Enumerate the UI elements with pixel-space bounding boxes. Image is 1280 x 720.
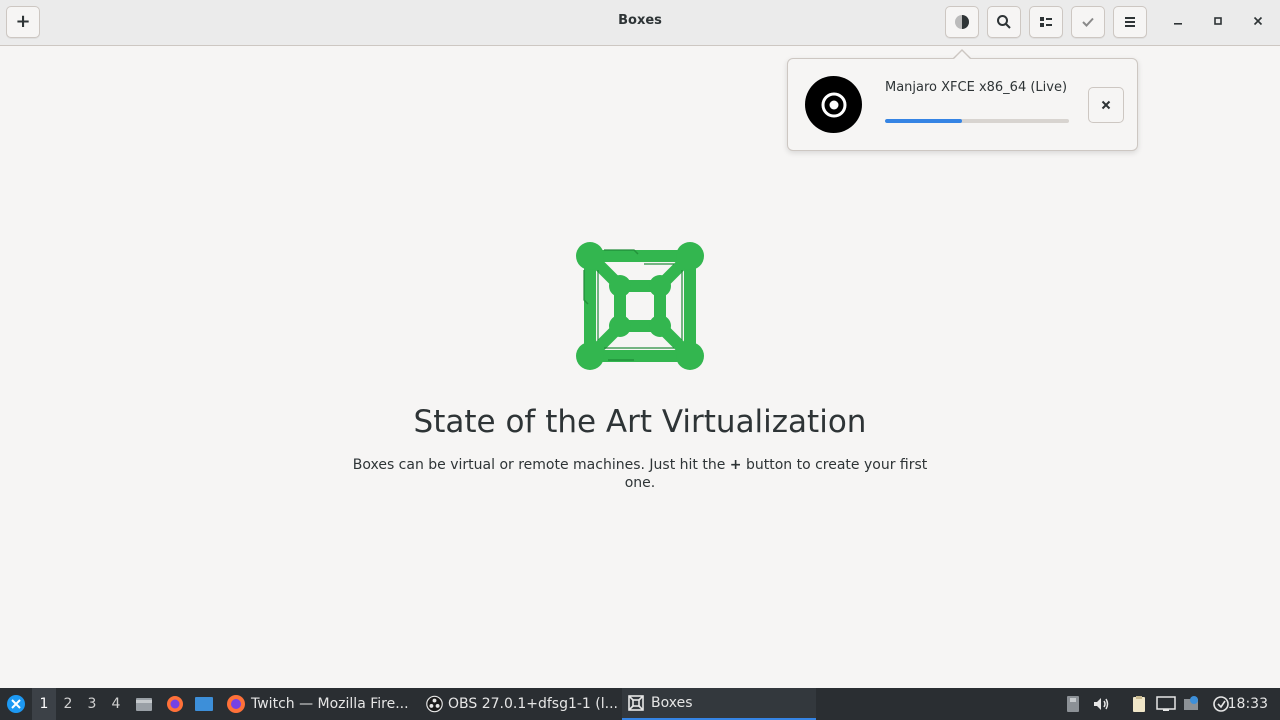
empty-state-text: Boxes can be virtual or remote machines.…	[340, 456, 940, 492]
view-mode-icon	[1040, 17, 1052, 27]
select-mode-button[interactable]	[1071, 6, 1105, 38]
tray-item-display[interactable]	[1155, 688, 1177, 720]
minimize-button[interactable]	[1166, 9, 1190, 33]
firefox-icon	[227, 695, 245, 713]
tray-item-volume[interactable]	[1091, 688, 1111, 720]
popover-arrow-inner	[953, 51, 971, 60]
start-menu-icon	[7, 695, 25, 713]
theme-toggle-button[interactable]	[945, 6, 979, 38]
minimize-icon	[1174, 23, 1182, 25]
cancel-download-button[interactable]	[1088, 87, 1124, 123]
workspace-2[interactable]: 2	[56, 688, 80, 720]
download-progress-bar	[885, 119, 1069, 123]
main-menu-button[interactable]	[1113, 6, 1147, 38]
task-boxes[interactable]: Boxes	[622, 688, 816, 720]
task-obs[interactable]: OBS 27.0.1+dfsg1-1 (l...	[422, 688, 618, 720]
task-label: OBS 27.0.1+dfsg1-1 (l...	[448, 696, 618, 712]
hamburger-menu-icon	[1125, 17, 1135, 27]
window-app-icon	[195, 697, 213, 711]
storage-icon	[1067, 696, 1079, 712]
terminal-launcher[interactable]	[193, 688, 215, 720]
volume-icon	[1094, 698, 1109, 710]
firefox-icon	[167, 696, 183, 712]
download-name: Manjaro XFCE x86_64 (Live)	[885, 80, 1068, 95]
boxes-icon	[628, 695, 644, 711]
obs-icon	[426, 695, 443, 713]
task-label: Twitch — Mozilla Fire...	[251, 696, 409, 712]
check-icon	[1082, 17, 1094, 27]
header-bar: + Boxes	[0, 0, 1280, 46]
task-label: Boxes	[651, 695, 693, 711]
maximize-icon	[1214, 17, 1222, 25]
workspace-1[interactable]: 1	[32, 688, 56, 720]
search-button[interactable]	[987, 6, 1021, 38]
theme-toggle-icon	[955, 15, 969, 29]
workspace-4[interactable]: 4	[104, 688, 128, 720]
empty-state-text-part1: Boxes can be virtual or remote machines.…	[352, 457, 726, 473]
taskbar: 1 2 3 4 Twitch — Mozilla Fire... OBS 27.…	[0, 688, 1280, 720]
display-icon	[1156, 696, 1176, 711]
start-menu-button[interactable]	[4, 688, 28, 720]
boxes-logo-icon	[576, 242, 704, 370]
search-icon	[997, 15, 1011, 29]
download-popover: Manjaro XFCE x86_64 (Live)	[787, 58, 1138, 151]
tray-item-updates[interactable]	[1181, 688, 1201, 720]
empty-state-plus: +	[729, 457, 742, 473]
empty-state-title: State of the Art Virtualization	[413, 404, 867, 440]
file-manager-launcher[interactable]	[134, 688, 154, 720]
file-manager-icon	[136, 698, 152, 711]
updates-icon	[1184, 696, 1198, 710]
close-window-icon	[1253, 16, 1263, 26]
taskbar-clock[interactable]: 18:33	[1228, 688, 1268, 720]
view-mode-button[interactable]	[1029, 6, 1063, 38]
clipboard-icon	[1133, 696, 1145, 712]
download-progress-fill	[885, 119, 963, 123]
workspace-3[interactable]: 3	[80, 688, 104, 720]
task-firefox[interactable]: Twitch — Mozilla Fire...	[222, 688, 416, 720]
tray-item-clipboard[interactable]	[1128, 688, 1150, 720]
disc-icon	[805, 76, 862, 133]
close-icon	[1101, 100, 1111, 110]
tray-item-storage[interactable]	[1064, 688, 1082, 720]
firefox-launcher[interactable]	[164, 688, 186, 720]
close-window-button[interactable]	[1246, 9, 1270, 33]
maximize-button[interactable]	[1206, 9, 1230, 33]
